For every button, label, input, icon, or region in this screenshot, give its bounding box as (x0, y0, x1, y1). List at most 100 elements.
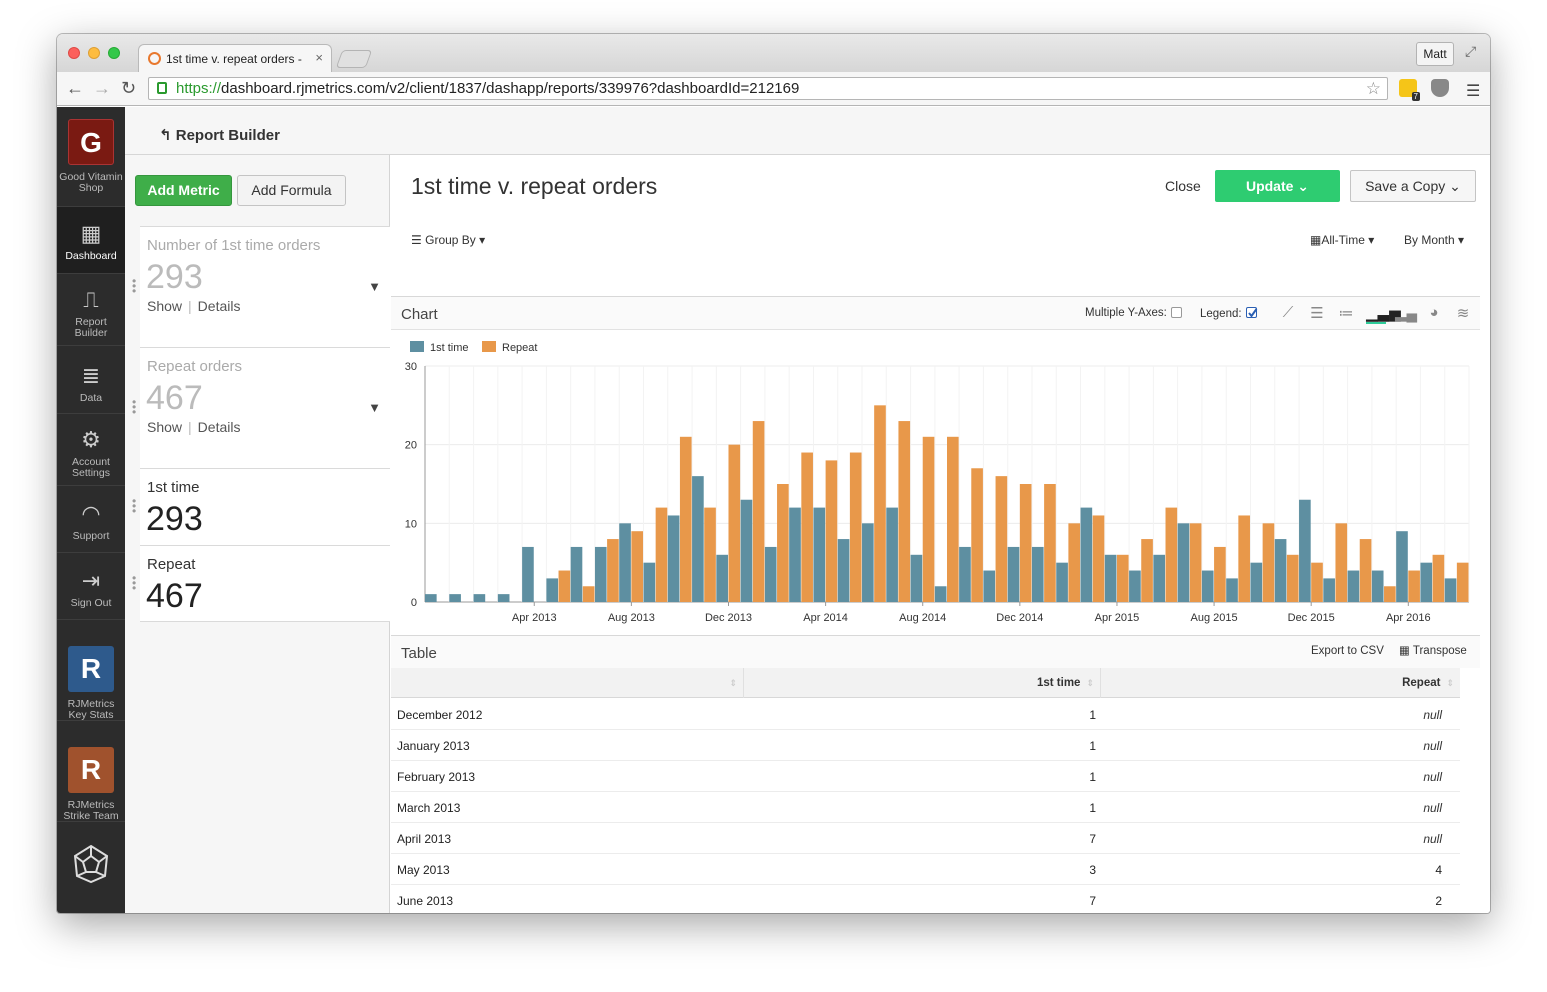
browser-menu-icon[interactable]: ☰ (1466, 81, 1480, 101)
column-header-1st-time[interactable]: 1st time ⇕ (744, 668, 1101, 698)
browser-tab[interactable]: 1st time v. repeat orders - × (138, 44, 332, 72)
client-switcher[interactable]: G Good Vitamin Shop (57, 107, 125, 207)
extension-badge: 7 (1411, 92, 1420, 101)
report-main: 1st time v. repeat orders Close Update ⌄… (391, 155, 1490, 913)
sidebar-app-key-stats[interactable]: R RJMetrics Key Stats (57, 620, 125, 721)
x-tick-label: Apr 2015 (1095, 612, 1140, 624)
metric-card[interactable]: • • • Repeat 467 (132, 545, 390, 622)
transpose-button[interactable]: ▦ Transpose (1399, 643, 1467, 657)
new-tab-button[interactable] (335, 50, 373, 68)
bar-repeat (1456, 562, 1469, 602)
bar-first-time (1153, 554, 1166, 602)
forward-arrow-icon[interactable]: → (93, 78, 111, 99)
database-icon: ≣ (81, 363, 101, 388)
first-time-cell: 7 (1089, 832, 1096, 846)
sidebar-item-account-settings[interactable]: ⚙ Account Settings (57, 414, 125, 486)
x-tick-label: Dec 2013 (705, 612, 752, 624)
bar-repeat (1384, 586, 1396, 602)
period-cell: March 2013 (397, 801, 461, 815)
details-link[interactable]: Details (198, 298, 241, 314)
column-header-period[interactable]: ⇕ (391, 668, 744, 698)
bar-repeat (1068, 523, 1081, 602)
bar-repeat (728, 444, 741, 602)
reload-icon[interactable]: ↻ (121, 78, 136, 99)
sidebar-item-sign-out[interactable]: ⇥ Sign Out (57, 553, 125, 620)
bar-repeat (631, 531, 644, 602)
back-to-report-builder-link[interactable]: ↰ Report Builder (159, 126, 280, 144)
back-link-label: Report Builder (175, 127, 280, 144)
sidebar-item-support[interactable]: ◠ Support (57, 486, 125, 553)
tab-title: 1st time v. repeat orders - (166, 52, 302, 66)
bar-repeat (704, 507, 716, 602)
show-link[interactable]: Show (147, 298, 182, 314)
bar-repeat (898, 421, 911, 602)
metric-value: 293 (146, 500, 203, 538)
drag-handle-icon[interactable]: • • • (132, 495, 136, 517)
bar-first-time (764, 546, 777, 602)
x-tick-label: Apr 2014 (803, 612, 848, 624)
x-tick-label: Dec 2014 (996, 612, 1043, 624)
back-arrow-icon[interactable]: ← (66, 78, 84, 99)
filter-icon[interactable]: ▼ (368, 400, 381, 415)
minimize-window-button[interactable] (88, 47, 100, 59)
address-bar[interactable]: https://dashboard.rjmetrics.com/v2/clien… (148, 77, 1388, 100)
repeat-cell: null (1423, 770, 1442, 784)
bar-first-time (1323, 578, 1335, 602)
tab-close-icon[interactable]: × (315, 50, 323, 65)
details-link[interactable]: Details (198, 419, 241, 435)
metric-value: 467 (146, 577, 203, 615)
export-to-csv-link[interactable]: Export to CSV (1311, 645, 1384, 657)
period-cell: April 2013 (397, 832, 452, 846)
sidebar-app-strike-team[interactable]: R RJMetrics Strike Team (57, 721, 125, 822)
bar-repeat (1019, 484, 1032, 602)
bar-first-time (497, 594, 510, 602)
ublock-shield-icon[interactable] (1431, 79, 1449, 97)
sidebar-item-report-builder[interactable]: ⎍ Report Builder (57, 274, 125, 346)
bar-repeat (947, 436, 959, 602)
bar-first-time (862, 523, 874, 602)
bar-repeat (1359, 539, 1372, 602)
first-time-cell: 1 (1089, 739, 1096, 753)
metric-card[interactable]: • • • Repeat orders 467 Show | Details ▼ (132, 347, 390, 468)
y-tick-label: 10 (405, 518, 417, 530)
extension-notes-icon[interactable]: 7 (1399, 79, 1420, 101)
bar-first-time (473, 594, 486, 602)
profile-button[interactable]: Matt (1416, 42, 1454, 66)
app-label: RJMetrics Strike Team (63, 799, 119, 822)
sidebar-item-label: Report Builder (74, 316, 108, 339)
add-metric-button[interactable]: Add Metric (135, 175, 232, 206)
filter-icon[interactable]: ▼ (368, 279, 381, 294)
transpose-label: Transpose (1412, 645, 1467, 657)
metric-card[interactable]: • • • 1st time 293 (132, 468, 390, 545)
first-time-cell: 1 (1089, 708, 1096, 722)
bar-first-time (643, 562, 656, 602)
dashboard-icon: ▦ (80, 221, 102, 246)
table-row: March 2013 1 null (391, 792, 1460, 823)
add-formula-button[interactable]: Add Formula (237, 175, 346, 206)
bar-repeat (607, 539, 619, 602)
drag-handle-icon[interactable]: • • • (132, 572, 136, 594)
column-header-repeat[interactable]: Repeat ⇕ (1101, 668, 1460, 698)
fullscreen-icon[interactable]: ⤢ (1465, 43, 1476, 60)
maximize-window-button[interactable] (108, 47, 120, 59)
bar-repeat (655, 507, 668, 602)
bookmark-star-icon[interactable]: ☆ (1366, 78, 1381, 99)
table-row: April 2013 7 null (391, 823, 1460, 854)
browser-window: 1st time v. repeat orders - × Matt ⤢ ← →… (57, 34, 1490, 913)
metric-card[interactable]: • • • Number of 1st time orders 293 Show | D… (132, 226, 390, 347)
close-window-button[interactable] (68, 47, 80, 59)
drag-handle-icon[interactable]: • • • (132, 396, 136, 418)
show-link[interactable]: Show (147, 419, 182, 435)
bar-first-time (934, 586, 947, 602)
drag-handle-icon[interactable]: • • • (132, 275, 136, 297)
sidebar-item-data[interactable]: ≣ Data (57, 346, 125, 414)
client-name: Good Vitamin Shop (59, 171, 123, 194)
repeat-cell: 4 (1435, 863, 1442, 877)
sidebar-item-dashboard[interactable]: ▦ Dashboard (57, 207, 125, 274)
repeat-cell: null (1423, 832, 1442, 846)
client-logo: G (68, 119, 114, 165)
bar-first-time (1104, 554, 1117, 602)
table-row: May 2013 3 4 (391, 854, 1460, 885)
repeat-cell: null (1423, 739, 1442, 753)
bar-repeat (752, 421, 765, 602)
